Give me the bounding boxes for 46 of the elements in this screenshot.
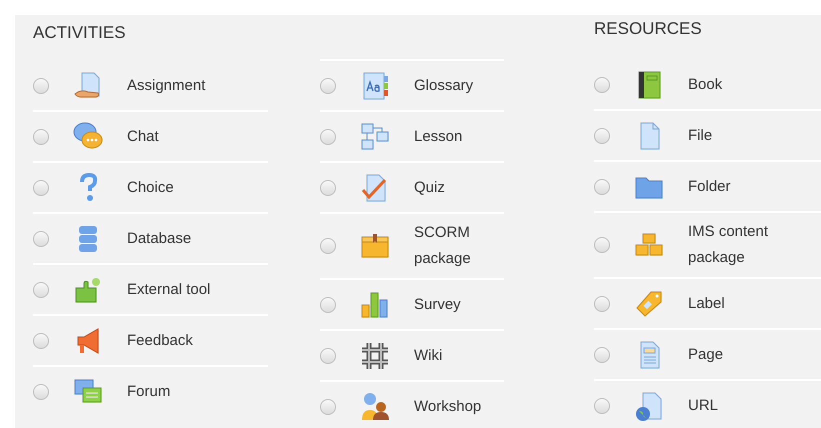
radio-button[interactable] — [320, 180, 336, 196]
module-name: Folder — [688, 176, 731, 196]
radio-button[interactable] — [33, 332, 49, 348]
radio-button[interactable] — [33, 78, 49, 94]
radio-button[interactable] — [594, 346, 610, 362]
section-heading: ACTIVITIES — [33, 22, 127, 44]
module-name: Database — [127, 228, 192, 248]
radio-button[interactable] — [33, 180, 49, 196]
module-name: Chat — [127, 126, 159, 146]
radio-button[interactable] — [594, 398, 610, 414]
module-name: Assignment — [127, 76, 206, 96]
module-name: Lesson — [414, 126, 462, 146]
module-name: Wiki — [414, 346, 442, 366]
module-name: URL — [688, 396, 718, 416]
radio-button[interactable] — [33, 384, 49, 400]
module-name: Page — [688, 344, 724, 364]
module-name: Survey — [414, 294, 461, 314]
module-name: Forum — [127, 382, 170, 402]
radio-button[interactable] — [320, 398, 336, 414]
radio-button[interactable] — [594, 76, 610, 92]
radio-button[interactable] — [594, 296, 610, 312]
module-name: SCORM package — [414, 223, 472, 269]
radio-button[interactable] — [33, 282, 49, 298]
radio-button[interactable] — [594, 237, 610, 253]
module-name: File — [688, 126, 712, 146]
radio-button[interactable] — [33, 230, 49, 246]
module-name: IMS content package — [688, 222, 770, 268]
section-heading: RESOURCES — [594, 18, 703, 40]
module-name: Quiz — [414, 178, 445, 198]
radio-button[interactable] — [320, 348, 336, 364]
module-name: External tool — [127, 280, 210, 300]
module-name: Glossary — [414, 76, 474, 96]
flowchart-icon — [359, 120, 391, 152]
radio-button[interactable] — [33, 128, 49, 144]
module-name: Workshop — [414, 396, 482, 416]
module-name: Label — [688, 294, 725, 314]
people-icon — [359, 390, 391, 422]
radio-button[interactable] — [594, 128, 610, 144]
module-name: Feedback — [127, 330, 193, 350]
radio-button[interactable] — [320, 296, 336, 312]
radio-button[interactable] — [320, 78, 336, 94]
radio-button[interactable] — [320, 238, 336, 254]
radio-button[interactable] — [594, 178, 610, 194]
module-name: Choice — [127, 178, 174, 198]
module-name: Book — [688, 74, 722, 94]
radio-button[interactable] — [320, 128, 336, 144]
